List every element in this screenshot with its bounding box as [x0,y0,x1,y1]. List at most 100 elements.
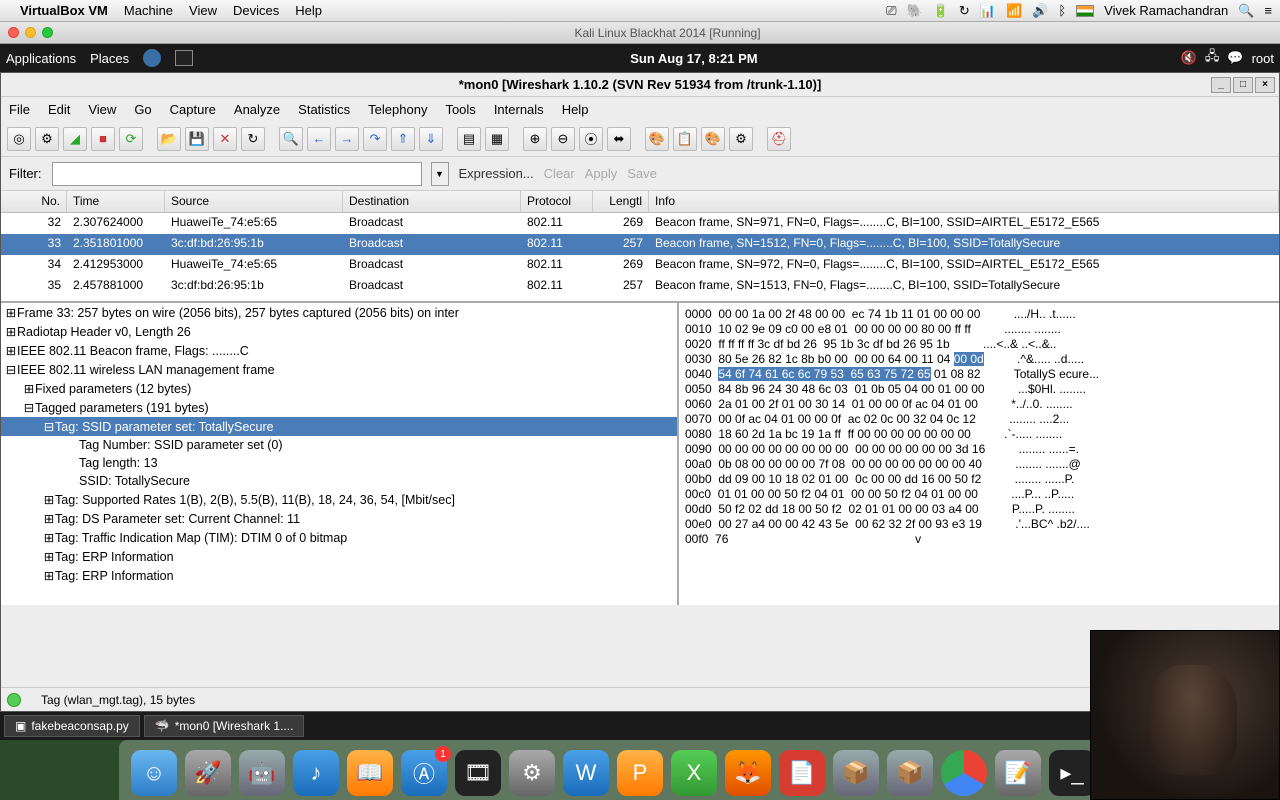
autoscroll-button[interactable]: ▦ [485,127,509,151]
photos-icon[interactable]: 🎞 [455,750,501,796]
last-button[interactable]: ⇓ [419,127,443,151]
iceweasel-icon[interactable] [143,49,161,67]
capture-filters-button[interactable]: 🎨 [645,127,669,151]
packet-bytes[interactable]: 0000 00 00 1a 00 2f 48 00 00 ec 74 1b 11… [679,303,1279,605]
places-menu[interactable]: Places [90,51,129,66]
col-len[interactable]: Lengtl [593,191,649,212]
ws-maximize-button[interactable]: □ [1233,77,1253,93]
appstore-icon[interactable]: Ⓐ1 [401,750,447,796]
menu-app[interactable]: VirtualBox VM [20,3,108,18]
ws-menu-statistics[interactable]: Statistics [298,102,350,117]
terminal-app-icon[interactable]: ▸_ [1049,750,1095,796]
packet-row[interactable]: 332.3518010003c:df:bd:26:95:1bBroadcast8… [1,234,1279,255]
stop-button[interactable]: ■ [91,127,115,151]
col-proto[interactable]: Protocol [521,191,593,212]
expression-button[interactable]: Expression... [459,166,534,181]
task-terminal[interactable]: ▣ fakebeaconsap.py [4,715,140,737]
menu-machine[interactable]: Machine [124,3,173,18]
applications-menu[interactable]: Applications [6,51,76,66]
expand-icon[interactable]: ⊞ [5,305,17,320]
virtualbox-icon[interactable]: 📦 [833,750,879,796]
open-button[interactable]: 📂 [157,127,181,151]
menubar-user[interactable]: Vivek Ramachandran [1104,3,1228,18]
spotlight-icon[interactable]: 🔍 [1238,3,1254,19]
chat-icon[interactable]: 💬 [1227,50,1243,66]
zoom-button[interactable] [42,27,53,38]
expert-info-icon[interactable] [7,693,21,707]
expand-icon[interactable]: ⊞ [43,511,55,526]
task-wireshark[interactable]: 🦈 *mon0 [Wireshark 1.... [144,715,305,737]
col-info[interactable]: Info [649,191,1279,212]
menu-view[interactable]: View [189,3,217,18]
col-time[interactable]: Time [67,191,165,212]
automator-icon[interactable]: 🤖 [239,750,285,796]
options-button[interactable]: ⚙ [35,127,59,151]
finder-icon[interactable]: ☺ [131,750,177,796]
clear-button[interactable]: Clear [544,166,575,181]
ws-menu-capture[interactable]: Capture [170,102,216,117]
expand-icon[interactable]: ⊞ [23,381,35,396]
expand-icon[interactable]: ⊞ [5,343,17,358]
sysprefs-icon[interactable]: ⚙ [509,750,555,796]
ibooks-icon[interactable]: 📖 [347,750,393,796]
wifi-icon[interactable]: 📶 [1006,3,1022,19]
menu-help[interactable]: Help [295,3,322,18]
flag-icon[interactable] [1076,5,1094,17]
powerpoint-icon[interactable]: P [617,750,663,796]
save-filter-button[interactable]: Save [627,166,657,181]
ws-menu-tools[interactable]: Tools [445,102,475,117]
expand-icon[interactable]: ⊞ [43,549,55,564]
goto-button[interactable]: ↷ [363,127,387,151]
firefox-icon[interactable]: 🦊 [725,750,771,796]
packet-row[interactable]: 352.4578810003c:df:bd:26:95:1bBroadcast8… [1,276,1279,297]
terminal-icon[interactable] [175,50,193,66]
packet-row[interactable]: 342.412953000HuaweiTe_74:e5:65Broadcast8… [1,255,1279,276]
interfaces-button[interactable]: ◎ [7,127,31,151]
packet-row[interactable]: 322.307624000HuaweiTe_74:e5:65Broadcast8… [1,213,1279,234]
save-button[interactable]: 💾 [185,127,209,151]
filter-input[interactable] [52,162,422,186]
packet-details[interactable]: ⊞Frame 33: 257 bytes on wire (2056 bits)… [1,303,679,605]
colorize-button[interactable]: ▤ [457,127,481,151]
collapse-icon[interactable]: ⊟ [5,362,17,377]
display-filters-button[interactable]: 📋 [673,127,697,151]
menu-icon[interactable]: ≡ [1264,3,1272,18]
pdf-icon[interactable]: 📄 [779,750,825,796]
expand-icon[interactable]: ⊞ [43,492,55,507]
battery-icon[interactable]: 🔋 [933,3,949,19]
start-button[interactable]: ◢ [63,127,87,151]
expand-icon[interactable]: ⊞ [43,530,55,545]
packet-list[interactable]: No. Time Source Destination Protocol Len… [1,191,1279,303]
back-button[interactable]: ← [307,127,331,151]
ws-menu-telephony[interactable]: Telephony [368,102,427,117]
forward-button[interactable]: → [335,127,359,151]
kali-user[interactable]: root [1252,51,1274,66]
ws-menu-help[interactable]: Help [562,102,589,117]
minimize-button[interactable] [25,27,36,38]
expand-icon[interactable]: ⊞ [43,568,55,583]
resize-cols-button[interactable]: ⬌ [607,127,631,151]
ws-menu-edit[interactable]: Edit [48,102,70,117]
find-button[interactable]: 🔍 [279,127,303,151]
menubar-icon[interactable]: 📊 [980,3,996,19]
help-button[interactable]: ⛑ [767,127,791,151]
close-file-button[interactable]: ✕ [213,127,237,151]
col-source[interactable]: Source [165,191,343,212]
chrome-icon[interactable] [941,750,987,796]
ws-minimize-button[interactable]: _ [1211,77,1231,93]
network-icon[interactable]: 🖧 [1205,47,1220,69]
vm-icon[interactable]: 📦 [887,750,933,796]
word-icon[interactable]: W [563,750,609,796]
timemachine-icon[interactable]: ↻ [959,3,970,19]
restart-button[interactable]: ⟳ [119,127,143,151]
ws-menu-view[interactable]: View [88,102,116,117]
reload-button[interactable]: ↻ [241,127,265,151]
ws-menu-file[interactable]: File [9,102,30,117]
close-button[interactable] [8,27,19,38]
screencast-icon[interactable]: ⎚ [886,3,896,19]
volume-mute-icon[interactable]: 🔇 [1181,50,1197,66]
itunes-icon[interactable]: ♪ [293,750,339,796]
menu-devices[interactable]: Devices [233,3,279,18]
zoom-reset-button[interactable]: ⦿ [579,127,603,151]
filter-dropdown[interactable]: ▼ [431,162,449,186]
